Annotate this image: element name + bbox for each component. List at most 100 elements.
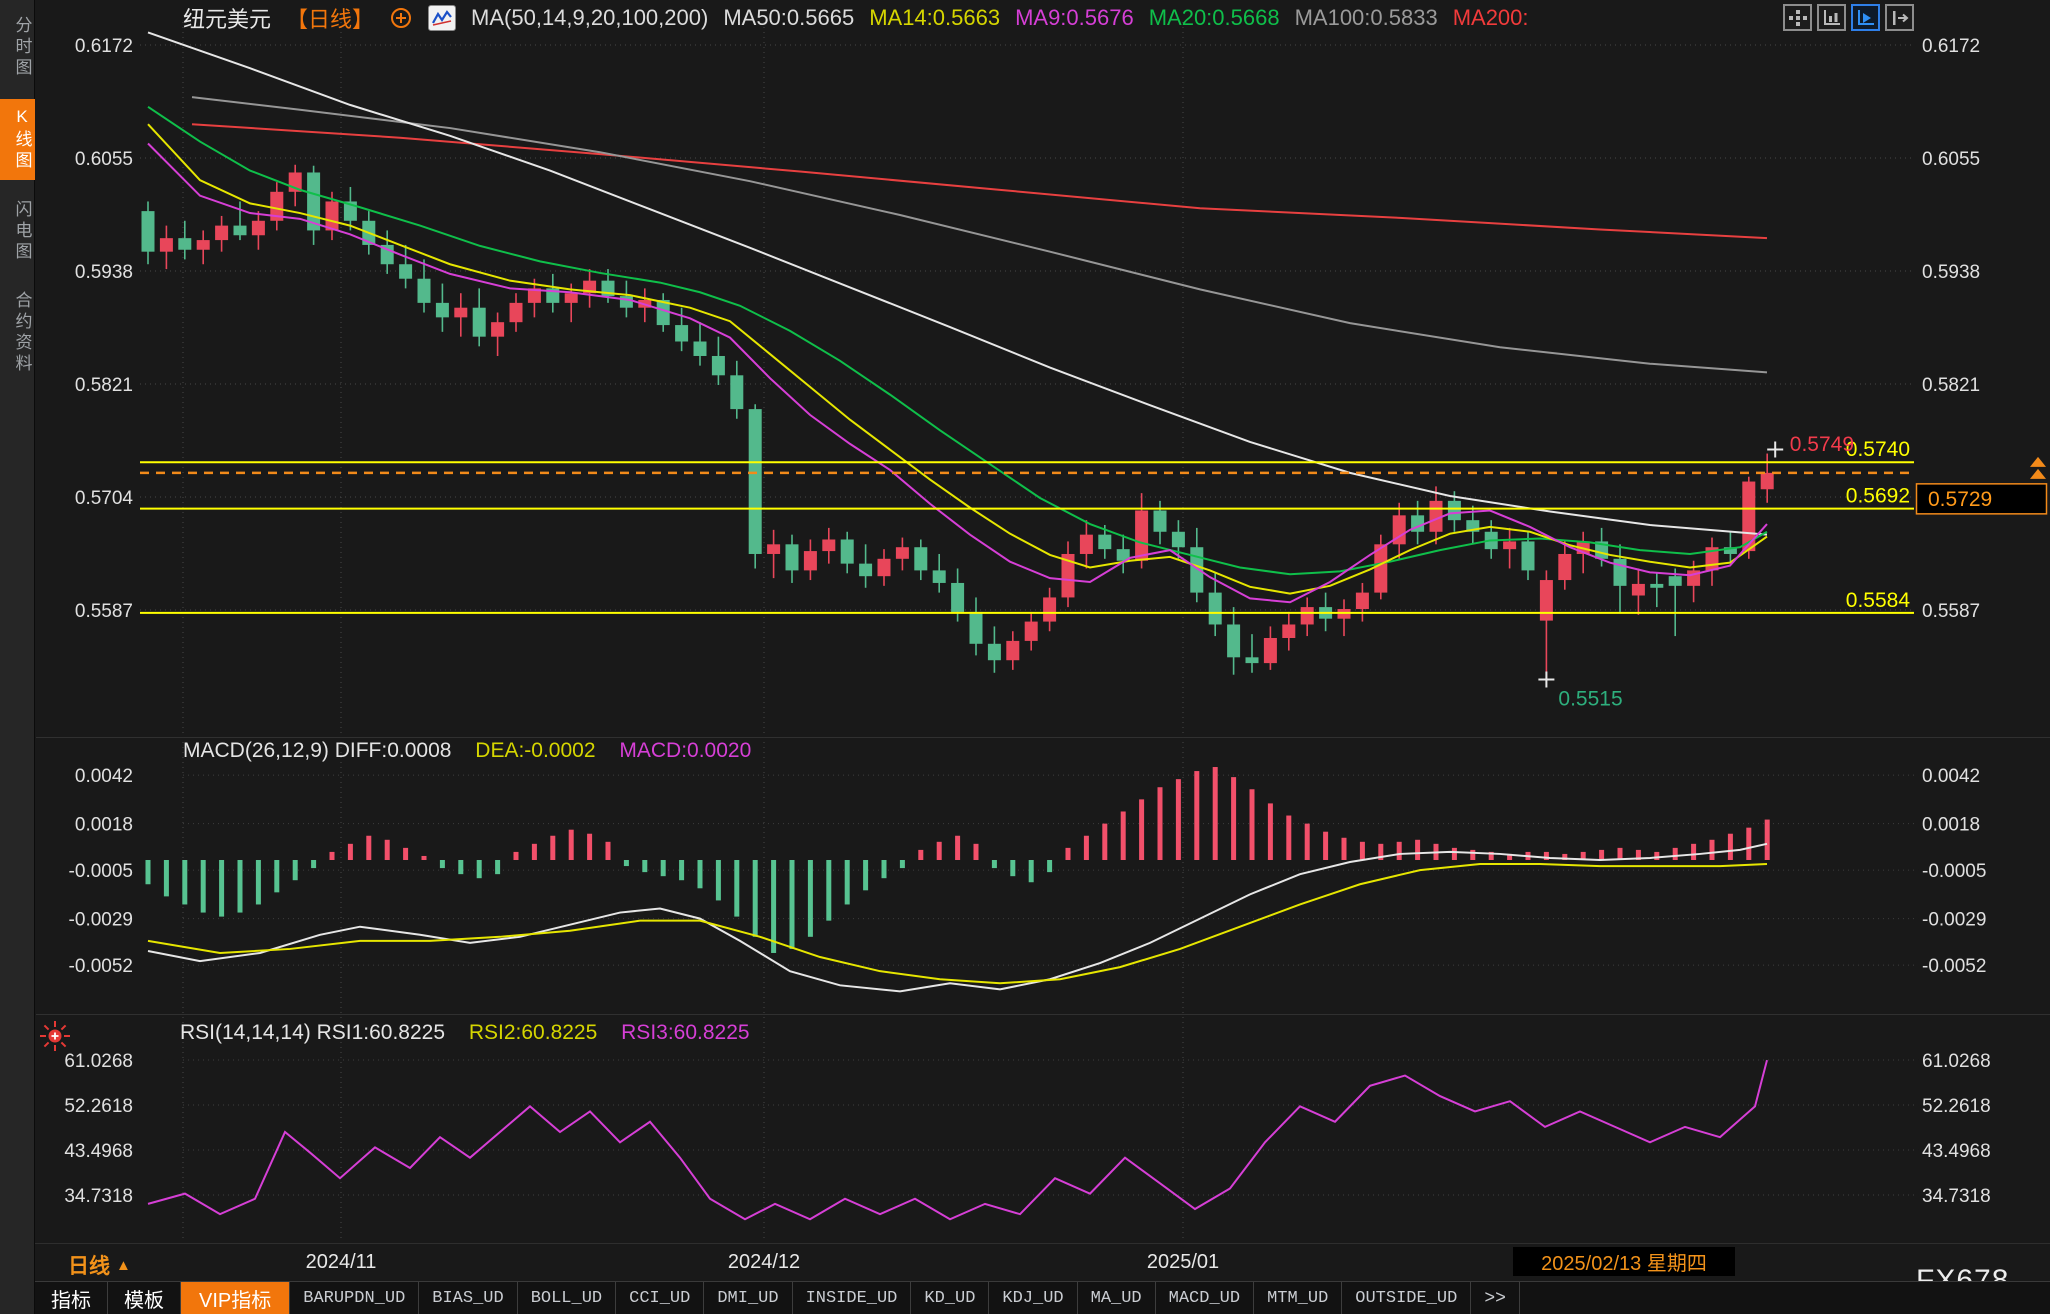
svg-text:0.5515: 0.5515 bbox=[1558, 688, 1622, 711]
svg-text:61.0268: 61.0268 bbox=[1922, 1051, 1991, 1072]
macd-grid: 0.00420.00420.00180.0018-0.0005-0.0005-0… bbox=[69, 766, 1987, 977]
sidebar: 分时图 K线图闪电图合约资料 bbox=[0, 0, 35, 1314]
chart-type-icon[interactable] bbox=[428, 5, 456, 31]
macd-diff-line bbox=[148, 844, 1767, 992]
ma-line-ma20 bbox=[148, 107, 1767, 574]
current-price-line: 0.5729 bbox=[140, 457, 2047, 514]
svg-text:-0.0005: -0.0005 bbox=[69, 861, 133, 882]
macd-macd-label: MACD:0.0020 bbox=[619, 739, 751, 762]
svg-text:0.6172: 0.6172 bbox=[75, 36, 133, 57]
x-axis-month-label: 2024/11 bbox=[306, 1251, 377, 1274]
shift-axis-icon[interactable] bbox=[1885, 4, 1914, 31]
svg-text:0.0018: 0.0018 bbox=[75, 815, 133, 836]
toolbar-item-outside_ud[interactable]: OUTSIDE_UD bbox=[1342, 1282, 1471, 1314]
svg-text:0.5587: 0.5587 bbox=[75, 601, 133, 622]
toolbar-item-dmi_ud[interactable]: DMI_UD bbox=[704, 1282, 792, 1314]
x-axis-month-label: 2024/12 bbox=[728, 1251, 800, 1274]
selected-date-box[interactable]: 2025/02/13 星期四 bbox=[1513, 1247, 1735, 1276]
rsi-grid: 61.026861.026852.261852.261843.496843.49… bbox=[64, 1051, 1990, 1207]
rsi-main-label: RSI(14,14,14) RSI1:60.8225 bbox=[180, 1021, 445, 1044]
toolbar-item-kdj_ud[interactable]: KDJ_UD bbox=[989, 1282, 1077, 1314]
ma-line-ma14 bbox=[148, 124, 1767, 593]
svg-text:0.5821: 0.5821 bbox=[1922, 375, 1980, 396]
svg-text:-0.0052: -0.0052 bbox=[1922, 956, 1986, 977]
live-indicator-icon bbox=[36, 1017, 74, 1060]
chart-canvas[interactable]: 0.61720.61720.60550.60550.59380.59380.58… bbox=[0, 0, 2050, 1243]
period-selector[interactable]: 日线 ▲ bbox=[68, 1250, 131, 1280]
candlesticks[interactable] bbox=[142, 165, 1774, 680]
sidebar-tab-flash-chart[interactable]: 闪电图 bbox=[0, 192, 35, 271]
sidebar-tab-contract-info[interactable]: 合约资料 bbox=[0, 283, 35, 383]
instrument-name: 纽元美元 bbox=[183, 2, 271, 34]
x-axis-month-label: 2025/01 bbox=[1147, 1251, 1219, 1274]
chart-toolbar-icons bbox=[1783, 4, 1914, 31]
svg-text:0.6055: 0.6055 bbox=[1922, 149, 1980, 170]
svg-text:34.7318: 34.7318 bbox=[1922, 1186, 1991, 1207]
toolbar-item-inside_ud[interactable]: INSIDE_UD bbox=[793, 1282, 912, 1314]
ma20-value: MA20:0.5668 bbox=[1149, 5, 1280, 31]
macd-lines bbox=[148, 844, 1767, 992]
macd-pane-header: MACD(26,12,9) DIFF:0.0008 DEA:-0.0002 MA… bbox=[183, 739, 751, 763]
svg-text:52.2618: 52.2618 bbox=[64, 1096, 133, 1117]
toolbar-item-[interactable]: 指标 bbox=[35, 1282, 108, 1314]
svg-text:0.5749: 0.5749 bbox=[1790, 433, 1854, 456]
toolbar-item-mtm_ud[interactable]: MTM_UD bbox=[1254, 1282, 1342, 1314]
toolbar-item->>[interactable]: >> bbox=[1471, 1282, 1520, 1314]
svg-text:0.0042: 0.0042 bbox=[75, 766, 133, 787]
trading-app: 0.61720.61720.60550.60550.59380.59380.58… bbox=[0, 0, 2050, 1314]
svg-text:0.5584: 0.5584 bbox=[1846, 589, 1911, 612]
ma50-value: MA50:0.5665 bbox=[723, 5, 854, 31]
rsi-value-line bbox=[148, 1060, 1767, 1219]
svg-text:34.7318: 34.7318 bbox=[64, 1186, 133, 1207]
ma200-value: MA200: bbox=[1453, 5, 1529, 31]
auto-follow-icon[interactable] bbox=[1851, 4, 1880, 31]
svg-text:-0.0005: -0.0005 bbox=[1922, 861, 1986, 882]
current-price-value: 0.5729 bbox=[1928, 488, 1992, 511]
ma9-value: MA9:0.5676 bbox=[1015, 5, 1134, 31]
ma-line-ma50 bbox=[148, 32, 1767, 534]
macd-dea-line bbox=[148, 864, 1767, 983]
toolbar-item-bias_ud[interactable]: BIAS_UD bbox=[419, 1282, 517, 1314]
chevron-up-icon: ▲ bbox=[116, 1257, 131, 1274]
rsi-line bbox=[148, 1060, 1767, 1219]
ma-params-label: MA(50,14,9,20,100,200) bbox=[471, 5, 708, 31]
svg-text:0.6055: 0.6055 bbox=[75, 149, 133, 170]
svg-text:0.5821: 0.5821 bbox=[75, 375, 133, 396]
add-indicator-icon[interactable] bbox=[389, 6, 413, 30]
toolbar-item-boll_ud[interactable]: BOLL_UD bbox=[518, 1282, 616, 1314]
ma-lines-slow bbox=[192, 97, 1767, 372]
candle-axis-icon[interactable] bbox=[1817, 4, 1846, 31]
toolbar-item-kd_ud[interactable]: KD_UD bbox=[911, 1282, 989, 1314]
toolbar-item-vip[interactable]: VIP指标 bbox=[181, 1282, 290, 1314]
rsi3-label: RSI3:60.8225 bbox=[621, 1021, 749, 1044]
svg-text:-0.0052: -0.0052 bbox=[69, 956, 133, 977]
svg-text:-0.0029: -0.0029 bbox=[69, 910, 133, 931]
toolbar-item-ma_ud[interactable]: MA_UD bbox=[1078, 1282, 1156, 1314]
period-badge[interactable]: 【日线】 bbox=[286, 2, 374, 34]
ma-line-ma200 bbox=[192, 124, 1767, 238]
ma14-value: MA14:0.5663 bbox=[869, 5, 1000, 31]
svg-text:0.6172: 0.6172 bbox=[1922, 36, 1980, 57]
macd-dea-label: DEA:-0.0002 bbox=[475, 739, 595, 762]
sidebar-tab-time-chart[interactable]: 分时图 bbox=[0, 8, 35, 87]
pane-grid-icon[interactable] bbox=[1783, 4, 1812, 31]
period-selector-label: 日线 bbox=[68, 1250, 110, 1280]
toolbar-item-[interactable]: 模板 bbox=[108, 1282, 181, 1314]
price-axis-labels: 0.61720.61720.60550.60550.59380.59380.58… bbox=[75, 36, 1980, 622]
ma-line-ma9 bbox=[148, 144, 1767, 603]
svg-text:43.4968: 43.4968 bbox=[1922, 1141, 1991, 1162]
indicator-toolbar: 指标模板VIP指标BARUPDN_UDBIAS_UDBOLL_UDCCI_UDD… bbox=[35, 1281, 2050, 1314]
toolbar-item-barupdn_ud[interactable]: BARUPDN_UD bbox=[290, 1282, 419, 1314]
chart-header: 纽元美元 【日线】 MA(50,14,9,20,100,200) MA50:0.… bbox=[183, 4, 1529, 32]
svg-text:0.5938: 0.5938 bbox=[75, 262, 133, 283]
toolbar-item-cci_ud[interactable]: CCI_UD bbox=[616, 1282, 704, 1314]
toolbar-item-macd_ud[interactable]: MACD_UD bbox=[1156, 1282, 1254, 1314]
sidebar-tab-kline-chart[interactable]: K线图 bbox=[0, 99, 35, 180]
svg-text:0.0018: 0.0018 bbox=[1922, 815, 1980, 836]
ma-lines-fast bbox=[148, 32, 1767, 602]
date-axis-row: 日线 ▲ 2025/02/13 星期四 FX678 2024/112024/12… bbox=[35, 1243, 2050, 1282]
svg-text:-0.0029: -0.0029 bbox=[1922, 910, 1986, 931]
rsi2-label: RSI2:60.8225 bbox=[469, 1021, 597, 1044]
ma100-value: MA100:0.5833 bbox=[1295, 5, 1438, 31]
svg-text:52.2618: 52.2618 bbox=[1922, 1096, 1991, 1117]
